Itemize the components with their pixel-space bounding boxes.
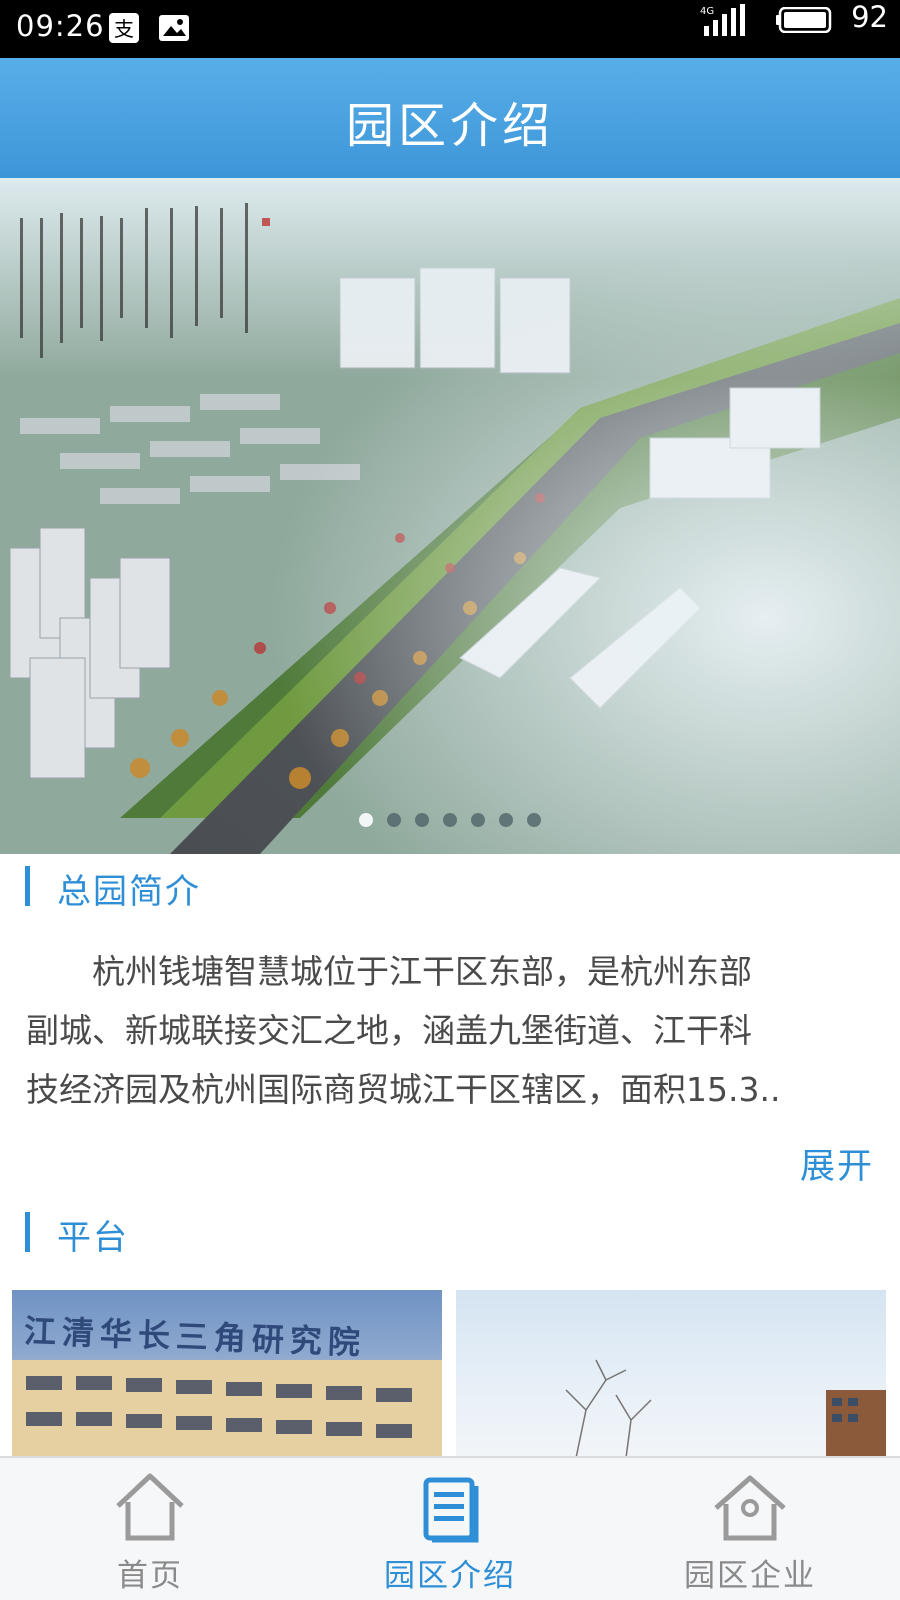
alipay-notification-icon: 支 bbox=[109, 13, 139, 43]
page-title: 园区介绍 bbox=[345, 98, 554, 154]
carousel-dot[interactable] bbox=[359, 813, 373, 827]
status-bar: 09:26 支 4G 92 bbox=[0, 0, 900, 58]
cellular-signal-icon: 4G bbox=[700, 4, 745, 36]
carousel-dot[interactable] bbox=[443, 813, 457, 827]
carousel-dot[interactable] bbox=[499, 813, 513, 827]
intro-section-title: 总园简介 bbox=[57, 872, 201, 912]
network-type-label: 4G bbox=[700, 6, 714, 17]
platform-card[interactable] bbox=[456, 1290, 886, 1458]
enterprise-house-icon bbox=[714, 1475, 786, 1541]
carousel-dot[interactable] bbox=[527, 813, 541, 827]
nav-label-park-enterprises: 园区企业 bbox=[684, 1558, 816, 1594]
nav-item-home[interactable]: 首页 bbox=[0, 1458, 300, 1600]
carousel-dot[interactable] bbox=[471, 813, 485, 827]
document-icon bbox=[423, 1477, 479, 1543]
platform-section-title: 平台 bbox=[57, 1218, 129, 1258]
battery-level: 92 bbox=[851, 0, 888, 34]
image-notification-icon bbox=[159, 15, 189, 41]
intro-paragraph: 杭州钱塘智慧城位于江干区东部，是杭州东部 副城、新城联接交汇之地，涵盖九堡街道、… bbox=[26, 942, 876, 1119]
banner-carousel[interactable] bbox=[0, 178, 900, 854]
intro-line: 杭州钱塘智慧城位于江干区东部，是杭州东部 bbox=[26, 952, 752, 991]
section-accent-bar bbox=[25, 866, 30, 906]
section-accent-bar bbox=[25, 1212, 30, 1252]
battery-icon bbox=[776, 7, 832, 33]
svg-text:支: 支 bbox=[114, 17, 134, 41]
home-icon bbox=[116, 1473, 184, 1541]
expand-button[interactable]: 展开 bbox=[800, 1138, 874, 1189]
carousel-indicator bbox=[0, 812, 900, 832]
banner-image bbox=[0, 178, 900, 854]
nav-item-park-intro[interactable]: 园区介绍 bbox=[300, 1458, 600, 1600]
intro-line: 副城、新城联接交汇之地，涵盖九堡街道、江干科 bbox=[26, 1011, 752, 1050]
nav-label-home: 首页 bbox=[117, 1558, 183, 1594]
nav-item-park-enterprises[interactable]: 园区企业 bbox=[600, 1458, 900, 1600]
carousel-dot[interactable] bbox=[387, 813, 401, 827]
platform-card[interactable]: 江清华长三角研究院 bbox=[12, 1290, 442, 1458]
nav-label-park-intro: 园区介绍 bbox=[384, 1558, 516, 1594]
status-time: 09:26 bbox=[16, 9, 105, 43]
platform-card-image bbox=[565, 1359, 886, 1458]
title-bar: 园区介绍 bbox=[0, 58, 900, 178]
bottom-navigation: 首页 园区介绍 园区企业 bbox=[0, 1456, 900, 1600]
intro-line: 技经济园及杭州国际商贸城江干区辖区，面积15.3.. bbox=[26, 1070, 781, 1109]
carousel-dot[interactable] bbox=[415, 813, 429, 827]
